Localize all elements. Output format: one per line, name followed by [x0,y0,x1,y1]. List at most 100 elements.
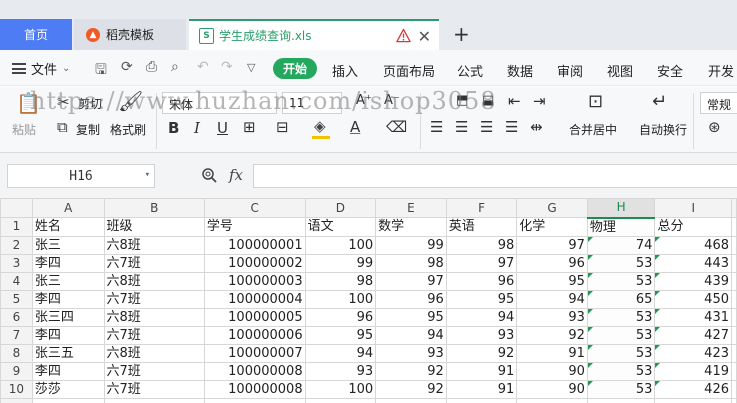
cell-e5[interactable]: 96 [375,289,447,309]
cell-i2[interactable]: 468 [654,235,732,255]
tab-file[interactable]: S 学生成绩查询.xls ✕ [189,19,439,50]
cell-a8[interactable]: 张三五 [31,343,105,363]
menu-data[interactable]: 数据 [507,61,533,80]
quick-access-dropdown-icon[interactable]: ▽ [247,61,255,74]
cell-a9[interactable]: 李四 [31,361,105,381]
warning-icon[interactable] [396,28,411,43]
cell-b8[interactable]: 六8班 [103,343,205,363]
menu-review[interactable]: 审阅 [557,61,583,80]
cell-empty[interactable] [103,397,205,403]
column-header-g[interactable]: G [516,198,588,218]
cell-f2[interactable]: 98 [445,235,518,255]
cell-d3[interactable]: 99 [304,253,377,273]
cell-d9[interactable]: 93 [304,361,377,381]
cell-c5[interactable]: 100000004 [203,289,306,309]
cell-i10[interactable]: 426 [654,379,732,399]
cell-empty[interactable] [731,325,737,345]
cell-empty[interactable] [731,361,737,381]
cell-a10[interactable]: 莎莎 [31,379,105,399]
cell-empty[interactable] [304,397,377,403]
cell-d5[interactable]: 100 [304,289,377,309]
cell-e2[interactable]: 99 [375,235,447,255]
cell-d10[interactable]: 100 [304,379,377,399]
row-header-blank[interactable] [0,397,33,403]
align-center-icon[interactable]: ☰ [455,118,468,136]
tab-template[interactable]: ▲ 稻壳模板 [74,19,186,50]
cell-a6[interactable]: 张三四 [31,307,105,327]
cell-empty[interactable] [731,397,737,403]
new-tab-icon[interactable]: + [453,22,470,46]
row-header-9[interactable]: 9 [0,361,33,381]
cell-h2[interactable]: 74 [586,235,656,255]
cell-b5[interactable]: 六7班 [103,289,205,309]
indent-decrease-icon[interactable]: ⇤ [508,92,521,110]
cell-b3[interactable]: 六7班 [103,253,205,273]
cell-f9[interactable]: 91 [445,361,518,381]
cell-empty[interactable] [375,397,447,403]
cell-a5[interactable]: 李四 [31,289,105,309]
fill-pattern-icon[interactable]: ⊟ [276,118,289,136]
cell-a4[interactable]: 张三 [31,271,105,291]
select-all-corner[interactable] [0,198,33,218]
italic-icon[interactable]: I [194,119,200,137]
cell-g6[interactable]: 93 [516,307,588,327]
cell-h6[interactable]: 53 [586,307,656,327]
cell-h9[interactable]: 53 [586,361,656,381]
align-left-icon[interactable]: ☰ [430,118,443,136]
cell-b2[interactable]: 六8班 [103,235,205,255]
cell-b1[interactable]: 班级 [103,217,205,237]
formula-input[interactable] [253,164,737,188]
cell-c9[interactable]: 100000008 [203,361,306,381]
clear-format-icon[interactable]: ⌫ [386,118,407,136]
cell-empty[interactable] [31,397,105,403]
cell-f8[interactable]: 92 [445,343,518,363]
cell-d1[interactable]: 语文 [304,217,377,237]
cell-c6[interactable]: 100000005 [203,307,306,327]
row-header-7[interactable]: 7 [0,325,33,345]
cell-empty[interactable] [516,397,588,403]
column-header-f[interactable]: F [445,198,518,218]
cell-f7[interactable]: 93 [445,325,518,345]
cell-e6[interactable]: 95 [375,307,447,327]
cell-empty[interactable] [731,253,737,273]
cell-g9[interactable]: 90 [516,361,588,381]
column-header-d[interactable]: D [304,198,377,218]
cell-g8[interactable]: 91 [516,343,588,363]
cell-f5[interactable]: 95 [445,289,518,309]
column-header-h[interactable]: H [586,198,656,219]
cell-d8[interactable]: 94 [304,343,377,363]
fx-icon[interactable]: fx [229,166,243,184]
cell-i6[interactable]: 431 [654,307,732,327]
align-right-icon[interactable]: ☰ [480,118,493,136]
indent-increase-icon[interactable]: ⇥ [533,92,546,110]
cell-i5[interactable]: 450 [654,289,732,309]
format-painter-label[interactable]: 格式刷 [110,121,146,138]
row-header-10[interactable]: 10 [0,379,33,399]
menu-formulas[interactable]: 公式 [457,61,483,80]
cell-c7[interactable]: 100000006 [203,325,306,345]
cell-empty[interactable] [731,289,737,309]
cell-empty[interactable] [731,217,737,237]
cell-empty[interactable] [203,397,306,403]
cell-h7[interactable]: 53 [586,325,656,345]
column-header-b[interactable]: B [103,198,205,218]
cell-h10[interactable]: 53 [586,379,656,399]
cell-i9[interactable]: 419 [654,361,732,381]
cell-c1[interactable]: 学号 [203,217,306,237]
row-header-1[interactable]: 1 [0,217,33,237]
row-header-2[interactable]: 2 [0,235,33,255]
cell-f1[interactable]: 英语 [445,217,518,237]
cell-e9[interactable]: 92 [375,361,447,381]
cell-e3[interactable]: 98 [375,253,447,273]
row-header-5[interactable]: 5 [0,289,33,309]
cell-f10[interactable]: 91 [445,379,518,399]
cell-h4[interactable]: 53 [586,271,656,291]
menu-view[interactable]: 视图 [607,61,633,80]
cell-f3[interactable]: 97 [445,253,518,273]
print-icon[interactable]: ⎙ [146,59,157,75]
cell-b9[interactable]: 六7班 [103,361,205,381]
cell-h8[interactable]: 53 [586,343,656,363]
cell-c8[interactable]: 100000007 [203,343,306,363]
wrap-text-icon[interactable]: ↵ [652,91,667,112]
cell-empty[interactable] [731,235,737,255]
